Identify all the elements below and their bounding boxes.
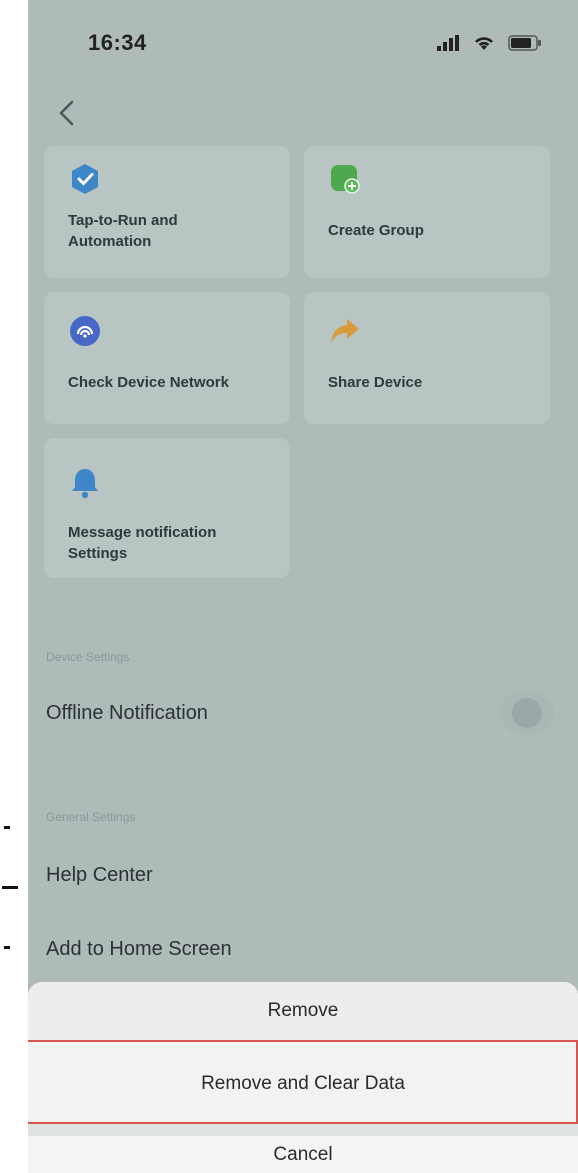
tile-label-message-notification: Message notification Settings: [68, 524, 217, 562]
row-add-to-home-screen[interactable]: Add to Home Screen: [46, 938, 232, 961]
tile-create-group[interactable]: Create Group: [304, 146, 550, 278]
section-device-settings: Device Settings: [46, 650, 130, 664]
automation-check-icon: [72, 164, 98, 194]
offline-notification-toggle[interactable]: [500, 692, 554, 734]
signal-icon: [437, 35, 459, 51]
edge-mark-3: [4, 946, 10, 949]
action-sheet: Remove Remove and Clear Data Cancel: [28, 982, 578, 1173]
tile-label-check-network: Check Device Network: [68, 374, 229, 391]
battery-icon: [508, 35, 541, 51]
remove-button[interactable]: Remove: [28, 982, 578, 1040]
share-arrow-icon: [331, 319, 359, 343]
row-help-center[interactable]: Help Center: [46, 864, 153, 887]
create-group-icon: [331, 165, 360, 194]
tile-label-create-group: Create Group: [328, 222, 424, 239]
edge-mark-2: [2, 886, 18, 889]
remove-and-clear-data-button[interactable]: Remove and Clear Data: [28, 1040, 578, 1124]
edge-mark-1: [4, 826, 10, 829]
tile-check-network[interactable]: Check Device Network: [44, 292, 290, 424]
status-icons: [436, 34, 542, 52]
sheet-separator: [28, 1124, 578, 1136]
back-chevron-icon[interactable]: [52, 96, 82, 130]
tile-label-tap-to-run: Tap-to-Run and Automation: [68, 212, 178, 250]
wifi-icon: [475, 37, 493, 50]
tile-label-share-device: Share Device: [328, 374, 423, 391]
phone-screen: 16:34 Tap-to-Run and Automation Create G…: [28, 0, 578, 1173]
tile-message-notification[interactable]: Message notification Settings: [44, 438, 290, 578]
tile-tap-to-run[interactable]: Tap-to-Run and Automation: [44, 146, 290, 278]
tile-share-device[interactable]: Share Device: [304, 292, 550, 424]
status-time: 16:34: [88, 30, 147, 55]
network-check-icon: [70, 316, 100, 346]
bell-icon: [72, 469, 98, 499]
status-bar: 16:34: [28, 22, 578, 62]
toggle-knob: [512, 698, 542, 728]
row-offline-notification[interactable]: Offline Notification: [46, 702, 208, 725]
section-general-settings: General Settings: [46, 810, 136, 824]
cancel-button[interactable]: Cancel: [28, 1136, 578, 1173]
